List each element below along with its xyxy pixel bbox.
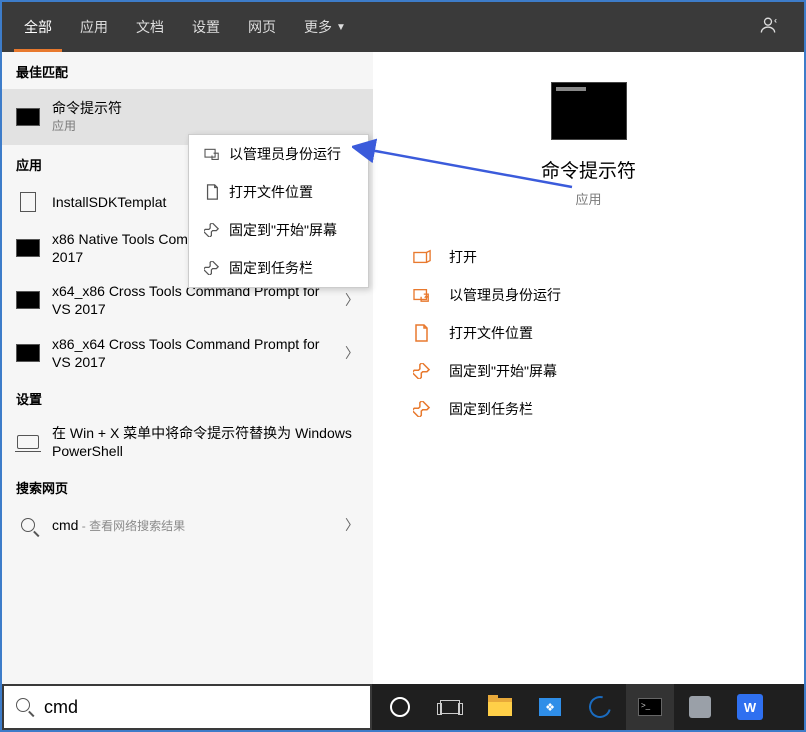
taskbar-file-explorer[interactable] [476,684,524,730]
cmd-icon [16,341,40,365]
context-menu: 以管理员身份运行 打开文件位置 固定到"开始"屏幕 固定到任务栏 [188,134,369,288]
taskbar-task-view[interactable] [426,684,474,730]
chevron-down-icon: ▼ [336,22,346,33]
web-result-suffix: - 查看网络搜索结果 [78,519,185,533]
ctx-run-as-admin[interactable]: 以管理员身份运行 [189,135,368,173]
cortana-icon [390,697,410,717]
app-result-item[interactable]: x86_x64 Cross Tools Command Prompt for V… [2,327,373,379]
search-bar[interactable] [2,684,372,730]
tab-documents[interactable]: 文档 [122,2,178,52]
ctx-label: 打开文件位置 [229,182,313,202]
action-label: 固定到"开始"屏幕 [449,361,557,381]
gear-icon [689,696,711,718]
admin-icon [413,287,439,303]
action-label: 打开文件位置 [449,323,533,343]
search-header-tabs: 全部 应用 文档 设置 网页 更多▼ [2,2,804,52]
preview-thumbnail [551,82,627,140]
ctx-label: 以管理员身份运行 [229,144,341,164]
settings-result-item[interactable]: 在 Win + X 菜单中将命令提示符替换为 Windows PowerShel… [2,416,373,468]
section-settings: 设置 [2,379,373,416]
action-label: 固定到任务栏 [449,399,533,419]
ctx-pin-taskbar[interactable]: 固定到任务栏 [189,249,368,287]
tab-apps[interactable]: 应用 [66,2,122,52]
ctx-pin-start[interactable]: 固定到"开始"屏幕 [189,211,368,249]
action-open[interactable]: 打开 [413,238,764,276]
action-pin-start[interactable]: 固定到"开始"屏幕 [413,352,764,390]
taskbar: ❖ >_ W [372,684,804,730]
taskbar-wps[interactable]: W [726,684,774,730]
cmd-icon [16,105,40,129]
taskbar-cortana[interactable] [376,684,424,730]
taskbar-3d-settings[interactable] [676,684,724,730]
admin-icon [201,147,223,161]
tab-web[interactable]: 网页 [234,2,290,52]
web-result-item[interactable]: cmd - 查看网络搜索结果 〉 [2,505,373,545]
chevron-right-icon[interactable]: 〉 [335,290,359,310]
cmd-icon [16,236,40,260]
section-web: 搜索网页 [2,468,373,505]
action-run-as-admin[interactable]: 以管理员身份运行 [413,276,764,314]
best-match-subtitle: 应用 [52,119,359,135]
taskbar-microsoft-store[interactable]: ❖ [526,684,574,730]
chevron-right-icon[interactable]: 〉 [335,515,359,535]
taskbar-edge[interactable] [576,684,624,730]
action-label: 以管理员身份运行 [449,285,561,305]
action-label: 打开 [449,247,477,267]
ctx-label: 固定到"开始"屏幕 [229,220,337,240]
account-icon[interactable] [758,15,796,40]
search-icon [16,698,34,716]
preview-panel: 命令提示符 应用 打开 以管理员身份运行 打开文件位置 固定到"开始"屏幕 [373,52,804,684]
task-view-icon [440,700,460,714]
pin-icon [413,363,439,379]
file-explorer-icon [488,698,512,716]
preview-subtitle: 应用 [575,189,601,208]
pin-icon [201,223,223,237]
folder-icon [201,184,223,200]
best-match-title: 命令提示符 [52,99,359,117]
tab-all[interactable]: 全部 [10,2,66,52]
search-icon [16,513,40,537]
pin-icon [413,401,439,417]
section-best-match: 最佳匹配 [2,52,373,89]
doc-icon [16,190,40,214]
settings-result-title: 在 Win + X 菜单中将命令提示符替换为 Windows PowerShel… [52,424,359,460]
cmd-icon [16,288,40,312]
action-open-file-location[interactable]: 打开文件位置 [413,314,764,352]
web-result-query: cmd [52,517,78,533]
ctx-label: 固定到任务栏 [229,258,313,278]
ctx-open-file-location[interactable]: 打开文件位置 [189,173,368,211]
pin-icon [201,261,223,275]
tab-more[interactable]: 更多▼ [290,2,360,52]
chevron-right-icon[interactable]: 〉 [335,343,359,363]
tab-settings[interactable]: 设置 [178,2,234,52]
terminal-icon: >_ [638,698,662,716]
taskbar-terminal[interactable]: >_ [626,684,674,730]
app-result-title: x86_x64 Cross Tools Command Prompt for V… [52,335,335,371]
search-input[interactable] [44,697,358,718]
laptop-icon [16,430,40,454]
action-pin-taskbar[interactable]: 固定到任务栏 [413,390,764,428]
open-icon [413,249,439,265]
folder-icon [413,324,439,342]
edge-icon [585,692,615,722]
wps-icon: W [737,694,763,720]
preview-title: 命令提示符 [541,156,636,183]
store-icon: ❖ [539,698,561,716]
